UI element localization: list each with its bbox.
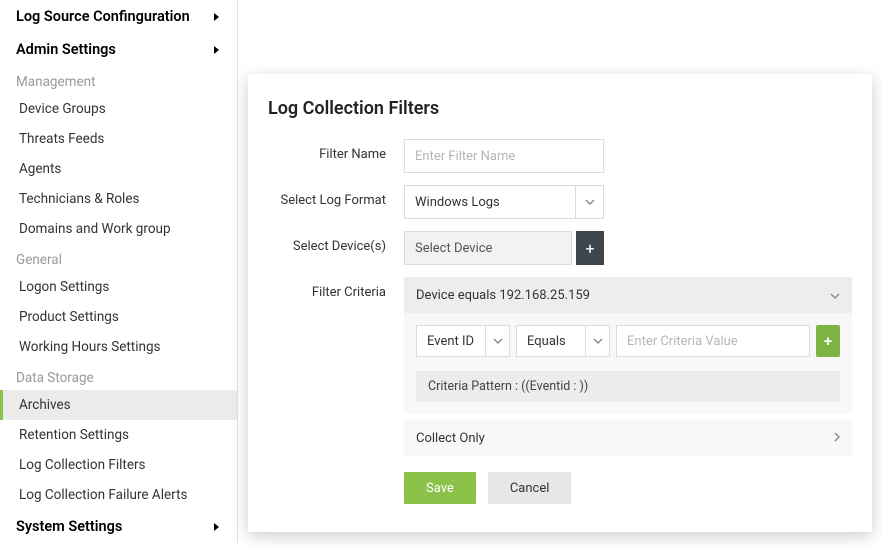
log-collection-filters-panel: Log Collection Filters Filter Name Selec… — [248, 74, 872, 532]
sidebar-item-domains-workgroup[interactable]: Domains and Work group — [0, 214, 237, 244]
criteria-body: Event ID Equals + — [404, 313, 852, 414]
cancel-button[interactable]: Cancel — [488, 472, 572, 504]
save-button[interactable]: Save — [404, 472, 476, 504]
add-device-button[interactable]: + — [576, 231, 604, 265]
sidebar-item-device-groups[interactable]: Device Groups — [0, 94, 237, 124]
caret-right-icon — [213, 12, 221, 22]
chevron-down-icon — [585, 326, 609, 356]
criteria-pattern: Criteria Pattern : ((Eventid : )) — [416, 371, 840, 402]
sidebar-item-log-collection-filters[interactable]: Log Collection Filters — [0, 450, 237, 480]
criteria-value-input[interactable] — [616, 325, 810, 357]
group-general: General — [0, 244, 237, 272]
collect-only-label: Collect Only — [416, 431, 485, 446]
caret-right-icon — [213, 522, 221, 532]
plus-icon: + — [824, 332, 832, 350]
chevron-down-icon — [830, 288, 840, 303]
sidebar-item-threats-feeds[interactable]: Threats Feeds — [0, 124, 237, 154]
criteria-header-text: Device equals 192.168.25.159 — [416, 288, 590, 303]
group-data-storage: Data Storage — [0, 362, 237, 390]
log-format-label: Select Log Format — [268, 185, 404, 208]
sidebar-item-technicians-roles[interactable]: Technicians & Roles — [0, 184, 237, 214]
filter-name-input[interactable] — [404, 139, 604, 173]
filter-name-label: Filter Name — [268, 139, 404, 162]
sidebar-item-logon-settings[interactable]: Logon Settings — [0, 272, 237, 302]
criteria-operator-value: Equals — [517, 334, 585, 349]
plus-icon: + — [585, 239, 594, 258]
nav-label: System Settings — [16, 518, 122, 535]
caret-right-icon — [213, 45, 221, 55]
chevron-down-icon — [575, 186, 603, 218]
nav-log-source-config[interactable]: Log Source Confinguration — [0, 0, 237, 33]
log-format-select[interactable]: Windows Logs — [404, 185, 604, 219]
log-format-value: Windows Logs — [405, 195, 575, 210]
devices-label: Select Device(s) — [268, 231, 404, 254]
chevron-down-icon — [485, 326, 509, 356]
chevron-right-icon — [834, 431, 840, 446]
criteria-field-value: Event ID — [417, 334, 485, 349]
add-criteria-button[interactable]: + — [816, 325, 840, 357]
collect-only-accordion[interactable]: Collect Only — [404, 420, 852, 456]
nav-label: Admin Settings — [16, 41, 116, 58]
device-select-value: Select Device — [415, 241, 492, 256]
criteria-operator-select[interactable]: Equals — [516, 325, 610, 357]
device-select[interactable]: Select Device — [404, 231, 572, 265]
group-management: Management — [0, 66, 237, 94]
sidebar: Log Source Confinguration Admin Settings… — [0, 0, 238, 543]
page-title: Log Collection Filters — [268, 98, 852, 119]
nav-admin-settings[interactable]: Admin Settings — [0, 33, 237, 66]
sidebar-item-agents[interactable]: Agents — [0, 154, 237, 184]
sidebar-item-working-hours[interactable]: Working Hours Settings — [0, 332, 237, 362]
sidebar-item-retention-settings[interactable]: Retention Settings — [0, 420, 237, 450]
sidebar-item-archives[interactable]: Archives — [0, 390, 237, 420]
criteria-accordion-header[interactable]: Device equals 192.168.25.159 — [404, 277, 852, 313]
criteria-label: Filter Criteria — [268, 277, 404, 300]
criteria-field-select[interactable]: Event ID — [416, 325, 510, 357]
nav-system-settings[interactable]: System Settings — [0, 510, 237, 543]
sidebar-item-product-settings[interactable]: Product Settings — [0, 302, 237, 332]
nav-label: Log Source Confinguration — [16, 8, 190, 25]
sidebar-item-log-collection-failure-alerts[interactable]: Log Collection Failure Alerts — [0, 480, 237, 510]
